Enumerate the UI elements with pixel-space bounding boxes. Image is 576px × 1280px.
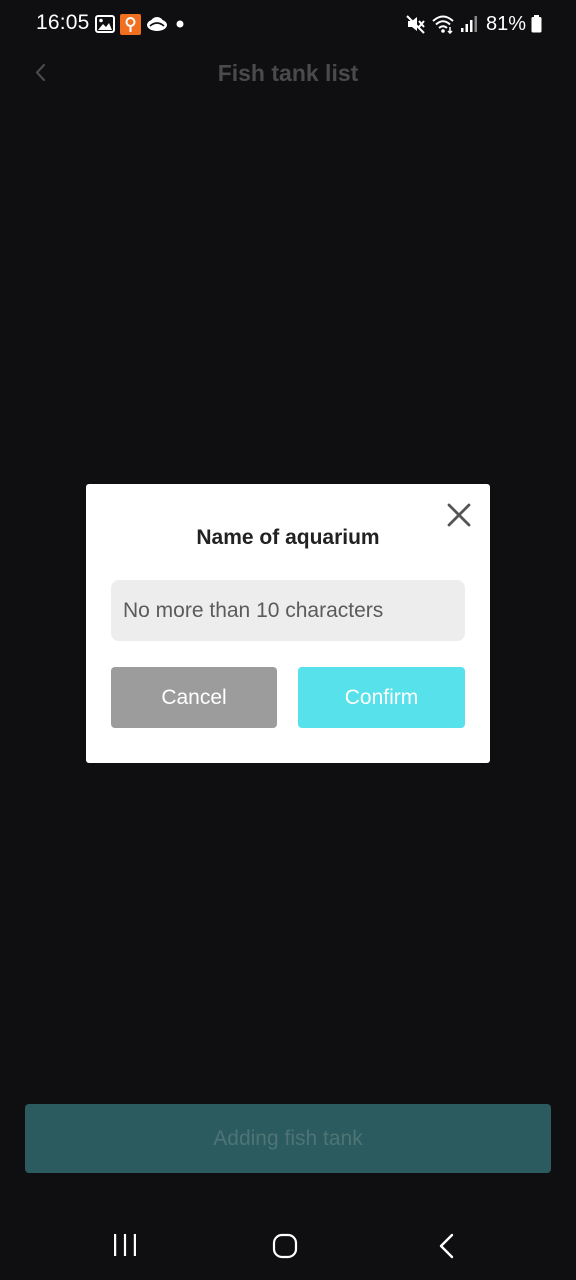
- cancel-button[interactable]: Cancel: [111, 667, 277, 728]
- name-aquarium-dialog: Name of aquarium Cancel Confirm: [86, 484, 490, 763]
- recents-icon: [114, 1234, 136, 1256]
- home-button[interactable]: [271, 1232, 299, 1260]
- add-fish-tank-button[interactable]: Adding fish tank: [25, 1104, 551, 1173]
- close-icon: [447, 503, 471, 527]
- confirm-button[interactable]: Confirm: [298, 667, 465, 728]
- system-nav-bar: [0, 1215, 576, 1280]
- back-icon: [439, 1233, 454, 1259]
- close-button[interactable]: [446, 502, 472, 528]
- screen: 16:05 81% Fish tank list Name of aquariu…: [0, 0, 576, 1280]
- system-back-button[interactable]: [436, 1231, 458, 1261]
- dialog-title: Name of aquarium: [196, 526, 380, 549]
- recents-button[interactable]: [111, 1232, 139, 1258]
- aquarium-name-input[interactable]: [111, 580, 465, 641]
- home-icon: [272, 1233, 298, 1259]
